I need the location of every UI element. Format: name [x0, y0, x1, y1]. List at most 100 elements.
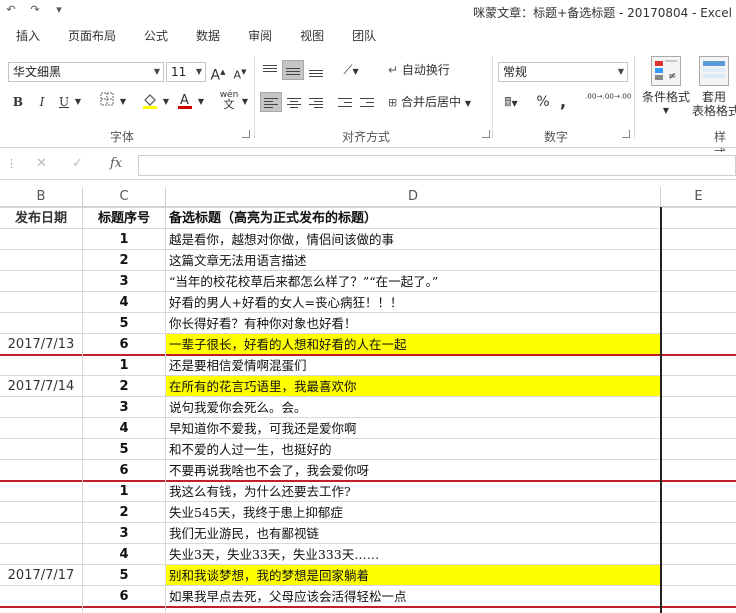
align-right-button[interactable] [306, 92, 326, 112]
column-header-b[interactable]: B [0, 187, 82, 207]
chevron-down-icon[interactable]: ▼ [154, 63, 160, 81]
cell-title[interactable]: 说句我爱你会死么。会。 [166, 397, 660, 418]
chevron-down-icon[interactable]: ▼ [118, 92, 128, 112]
cell-date[interactable] [0, 523, 82, 544]
cell-seq[interactable]: 4 [83, 418, 165, 439]
comma-button[interactable]: , [556, 92, 570, 112]
cell-date[interactable] [0, 250, 82, 271]
font-name-combo[interactable]: 华文细黑 ▼ [8, 62, 164, 82]
cell-date[interactable] [0, 313, 82, 334]
italic-button[interactable]: I [34, 92, 50, 112]
undo-icon[interactable]: ↶ [4, 3, 18, 16]
cell-title[interactable]: 好看的男人+好看的女人=丧心病狂！！！ [166, 292, 660, 313]
ribbon-tab[interactable]: 审阅 [234, 24, 286, 48]
cell-date[interactable] [0, 292, 82, 313]
cell-title[interactable]: 失业545天，我终于患上抑郁症 [166, 502, 660, 523]
cell-seq[interactable]: 1 [83, 355, 165, 376]
middle-align-button[interactable] [282, 60, 304, 80]
redo-icon[interactable]: ↷ [28, 3, 42, 16]
cell-date[interactable] [0, 229, 82, 250]
cell-date[interactable] [0, 481, 82, 502]
fill-color-button[interactable] [140, 92, 160, 112]
font-color-button[interactable]: A [176, 92, 194, 112]
cell-date[interactable]: 2017/7/13 [0, 334, 82, 355]
cell-date[interactable] [0, 355, 82, 376]
formula-input[interactable] [138, 155, 736, 176]
cell-date[interactable] [0, 397, 82, 418]
ribbon-tab[interactable]: 插入 [0, 24, 54, 48]
ribbon-tab[interactable]: 团队 [338, 24, 390, 48]
cell-seq[interactable]: 4 [83, 544, 165, 565]
cell-seq[interactable]: 5 [83, 313, 165, 334]
cell-date[interactable] [0, 544, 82, 565]
borders-button[interactable] [98, 92, 116, 112]
chevron-down-icon[interactable]: ▼ [196, 63, 202, 81]
cell-title[interactable]: 不要再说我啥也不会了，我会爱你呀 [166, 460, 660, 481]
font-size-combo[interactable]: 11 ▼ [166, 62, 206, 82]
underline-button[interactable]: U [56, 92, 72, 112]
bold-button[interactable]: B [10, 92, 26, 112]
cell-date[interactable]: 2017/7/14 [0, 376, 82, 397]
cell-date[interactable] [0, 586, 82, 607]
cell-seq[interactable]: 3 [83, 523, 165, 544]
cell-seq[interactable]: 3 [83, 397, 165, 418]
dialog-launcher-icon[interactable] [622, 130, 630, 138]
cancel-icon[interactable]: ✕ [36, 156, 47, 171]
number-format-combo[interactable]: 常规 ▼ [498, 62, 628, 82]
cell-header-date[interactable]: 发布日期 [0, 208, 82, 229]
dialog-launcher-icon[interactable] [482, 130, 490, 138]
cell-title[interactable]: 还是要相信爱情啊混蛋们 [166, 355, 660, 376]
cell-title[interactable]: 失业3天，失业33天，失业333天…… [166, 544, 660, 565]
conditional-format-button[interactable]: ≠ 条件格式 ▼ [638, 56, 694, 118]
cell-header-seq[interactable]: 标题序号 [83, 208, 165, 229]
accounting-format-button[interactable]: 🖩▼ [498, 92, 524, 112]
cell-title[interactable]: 如果我早点去死，父母应该会活得轻松一点 [166, 586, 660, 607]
column-header-e[interactable]: E [661, 187, 736, 207]
increase-decimal-button[interactable]: .00→.0 [584, 92, 609, 112]
cell-seq[interactable]: 4 [83, 292, 165, 313]
cell-seq[interactable]: 2 [83, 502, 165, 523]
cell-title[interactable]: 和不爱的人过一生，也挺好的 [166, 439, 660, 460]
wrap-text-button[interactable]: ↵ 自动换行 [388, 60, 460, 80]
cell-title[interactable]: “当年的校花校草后来都怎么样了？”“在一起了。” [166, 271, 660, 292]
enter-icon[interactable]: ✓ [72, 156, 83, 171]
top-align-button[interactable] [260, 60, 280, 80]
cell-title[interactable]: 早知道你不爱我，可我还是爱你啊 [166, 418, 660, 439]
decrease-indent-button[interactable] [336, 92, 354, 112]
cell-title[interactable]: 一辈子很长，好看的人想和好看的人在一起 [166, 334, 660, 355]
cell-date[interactable] [0, 439, 82, 460]
merge-center-button[interactable]: ⊞ 合并后居中 ▼ [388, 92, 484, 112]
cell-seq[interactable]: 2 [83, 376, 165, 397]
dialog-launcher-icon[interactable] [242, 130, 250, 138]
cell-title[interactable]: 别和我谈梦想，我的梦想是回家躺着 [166, 565, 660, 586]
ribbon-tab[interactable]: 视图 [286, 24, 338, 48]
percent-button[interactable]: % [534, 92, 552, 112]
column-header-c[interactable]: C [83, 187, 165, 207]
cell-seq[interactable]: 2 [83, 250, 165, 271]
chevron-down-icon[interactable]: ▼ [161, 92, 171, 112]
chevron-down-icon[interactable]: ▼ [240, 92, 250, 112]
cell-title[interactable]: 这篇文章无法用语言描述 [166, 250, 660, 271]
cell-title[interactable]: 我这么有钱，为什么还要去工作? [166, 481, 660, 502]
cell-date[interactable]: 2017/7/17 [0, 565, 82, 586]
cell-header-title[interactable]: 备选标题（高亮为正式发布的标题） [166, 208, 660, 229]
format-as-table-button[interactable]: 套用 表格格式 [692, 56, 736, 118]
shrink-font-button[interactable]: A▼ [232, 62, 248, 82]
ribbon-tab[interactable]: 数据 [182, 24, 234, 48]
cell-date[interactable] [0, 502, 82, 523]
formula-bar-grip-icon[interactable]: ⋮ [6, 157, 17, 170]
cell-seq[interactable]: 5 [83, 439, 165, 460]
bottom-align-button[interactable] [306, 60, 326, 80]
align-center-button[interactable] [284, 92, 304, 112]
cell-title[interactable]: 在所有的花言巧语里，我最喜欢你 [166, 376, 660, 397]
chevron-down-icon[interactable]: ▼ [196, 92, 206, 112]
decrease-decimal-button[interactable]: .0→.00 [606, 92, 631, 112]
grow-font-button[interactable]: A▲ [210, 62, 226, 84]
chevron-down-icon[interactable]: ▼ [73, 92, 83, 112]
orientation-button[interactable]: ⟋▼ [338, 60, 364, 80]
cell-seq[interactable]: 6 [83, 586, 165, 607]
cell-date[interactable] [0, 271, 82, 292]
cell-seq[interactable]: 1 [83, 229, 165, 250]
cell-title[interactable]: 越是看你，越想对你做，情侣间该做的事 [166, 229, 660, 250]
chevron-down-icon[interactable]: ▼ [618, 63, 624, 81]
